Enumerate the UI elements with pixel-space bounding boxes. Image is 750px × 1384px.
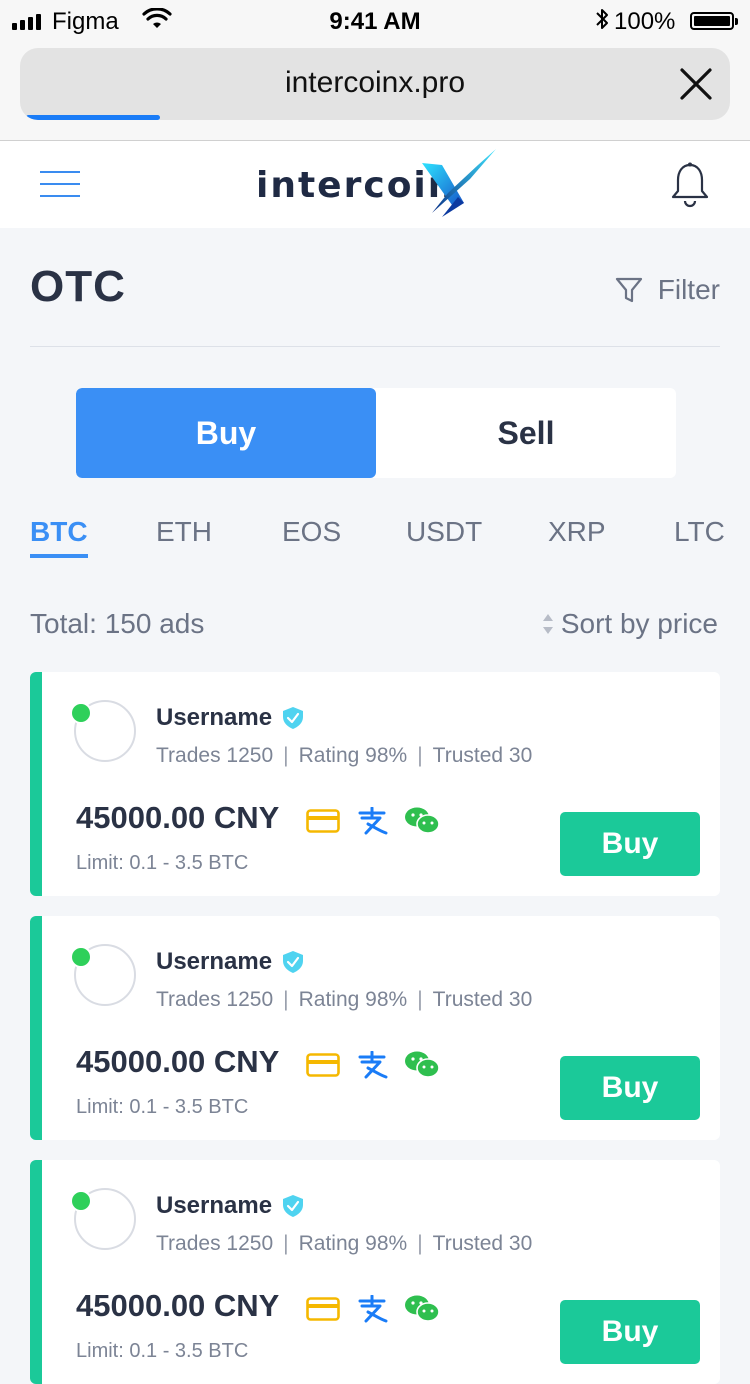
payment-methods bbox=[306, 1050, 440, 1080]
page-title: OTC bbox=[30, 262, 126, 311]
trusted-count: Trusted 30 bbox=[432, 988, 533, 1011]
verified-shield-icon bbox=[283, 951, 304, 973]
card-accent-bar bbox=[30, 916, 42, 1140]
status-bar: Figma 9:41 AM 100% bbox=[0, 0, 750, 44]
filter-button[interactable]: Filter bbox=[614, 274, 720, 306]
ad-price: 45000.00 CNY bbox=[76, 1288, 280, 1323]
username-text: Username bbox=[156, 704, 273, 731]
seller-stats: Trades 1250 | Rating 98% | Trusted 30 bbox=[156, 988, 533, 1011]
coin-tab-btc[interactable]: BTC bbox=[30, 516, 88, 558]
bluetooth-icon bbox=[596, 9, 608, 29]
trade-limit: Limit: 0.1 - 3.5 BTC bbox=[76, 852, 249, 874]
trusted-count: Trusted 30 bbox=[432, 744, 533, 767]
sort-arrows-icon bbox=[542, 614, 553, 634]
address-bar[interactable]: intercoinx.pro bbox=[20, 48, 730, 120]
wechat-icon bbox=[405, 1295, 440, 1322]
ad-card[interactable]: Username Trades 1250 | Rating 98% | Trusted … bbox=[30, 672, 720, 896]
buy-button[interactable]: Buy bbox=[560, 812, 700, 876]
alipay-icon bbox=[358, 807, 388, 835]
ad-price: 45000.00 CNY bbox=[76, 1044, 280, 1079]
trusted-count: Trusted 30 bbox=[432, 1232, 533, 1255]
seller-stats: Trades 1250 | Rating 98% | Trusted 30 bbox=[156, 1232, 533, 1255]
alipay-icon bbox=[358, 1295, 388, 1323]
logo-x-mark-icon bbox=[422, 149, 496, 217]
total-ads-count: Total: 150 ads bbox=[30, 608, 205, 639]
rating-value: Rating 98% bbox=[298, 744, 408, 767]
trade-limit: Limit: 0.1 - 3.5 BTC bbox=[76, 1096, 249, 1118]
trades-count: Trades 1250 bbox=[156, 988, 274, 1011]
wechat-icon bbox=[405, 1051, 440, 1078]
username-text: Username bbox=[156, 948, 273, 975]
online-status-dot bbox=[70, 1190, 92, 1212]
coin-tab-ltc[interactable]: LTC bbox=[674, 516, 725, 548]
coin-tab-usdt[interactable]: USDT bbox=[406, 516, 482, 548]
coin-tab-eos[interactable]: EOS bbox=[282, 516, 341, 548]
coin-tab-xrp[interactable]: XRP bbox=[548, 516, 606, 548]
payment-methods bbox=[306, 806, 440, 836]
online-status-dot bbox=[70, 702, 92, 724]
title-divider bbox=[30, 346, 720, 347]
intercoinx-logo[interactable]: intercoin bbox=[256, 147, 506, 225]
coin-tabs: BTC ETH EOS USDT XRP LTC bbox=[30, 516, 725, 566]
filter-label: Filter bbox=[657, 274, 720, 305]
trades-count: Trades 1250 bbox=[156, 1232, 274, 1255]
url-text[interactable]: intercoinx.pro bbox=[20, 66, 730, 100]
browser-chrome: Figma 9:41 AM 100% intercoinx.pro bbox=[0, 0, 750, 141]
filter-funnel-icon bbox=[615, 277, 642, 303]
card-accent-bar bbox=[30, 672, 42, 896]
sort-label: Sort by price bbox=[560, 608, 718, 639]
seller-name[interactable]: Username bbox=[156, 704, 304, 732]
close-icon[interactable] bbox=[678, 66, 714, 102]
sort-by-price-button[interactable]: Sort by price bbox=[541, 608, 718, 640]
online-status-dot bbox=[70, 946, 92, 968]
card-accent-bar bbox=[30, 1160, 42, 1384]
wechat-icon bbox=[405, 807, 440, 834]
ad-price: 45000.00 CNY bbox=[76, 800, 280, 835]
payment-methods bbox=[306, 1294, 440, 1324]
bank-card-icon bbox=[306, 809, 340, 833]
sell-tab[interactable]: Sell bbox=[376, 388, 676, 478]
notification-bell-icon[interactable] bbox=[668, 161, 712, 209]
buy-sell-toggle: Buy Sell bbox=[76, 388, 676, 478]
buy-button[interactable]: Buy bbox=[560, 1056, 700, 1120]
rating-value: Rating 98% bbox=[298, 988, 408, 1011]
seller-stats: Trades 1250 | Rating 98% | Trusted 30 bbox=[156, 744, 533, 767]
username-text: Username bbox=[156, 1192, 273, 1219]
bank-card-icon bbox=[306, 1297, 340, 1321]
trade-limit: Limit: 0.1 - 3.5 BTC bbox=[76, 1340, 249, 1362]
verified-shield-icon bbox=[283, 1195, 304, 1217]
bank-card-icon bbox=[306, 1053, 340, 1077]
alipay-icon bbox=[358, 1051, 388, 1079]
seller-name[interactable]: Username bbox=[156, 1192, 304, 1220]
seller-name[interactable]: Username bbox=[156, 948, 304, 976]
buy-tab[interactable]: Buy bbox=[76, 388, 376, 478]
hamburger-menu-icon[interactable] bbox=[40, 171, 80, 197]
coin-tab-eth[interactable]: ETH bbox=[156, 516, 212, 548]
trades-count: Trades 1250 bbox=[156, 744, 274, 767]
battery-percentage: 100% bbox=[614, 8, 676, 35]
battery-icon bbox=[690, 12, 738, 30]
page-load-progress bbox=[26, 115, 160, 120]
verified-shield-icon bbox=[283, 707, 304, 729]
rating-value: Rating 98% bbox=[298, 1232, 408, 1255]
buy-button[interactable]: Buy bbox=[560, 1300, 700, 1364]
ad-card[interactable]: Username Trades 1250 | Rating 98% | Trusted … bbox=[30, 1160, 720, 1384]
app-header: intercoin bbox=[0, 141, 750, 228]
ad-card[interactable]: Username Trades 1250 | Rating 98% | Trusted … bbox=[30, 916, 720, 1140]
